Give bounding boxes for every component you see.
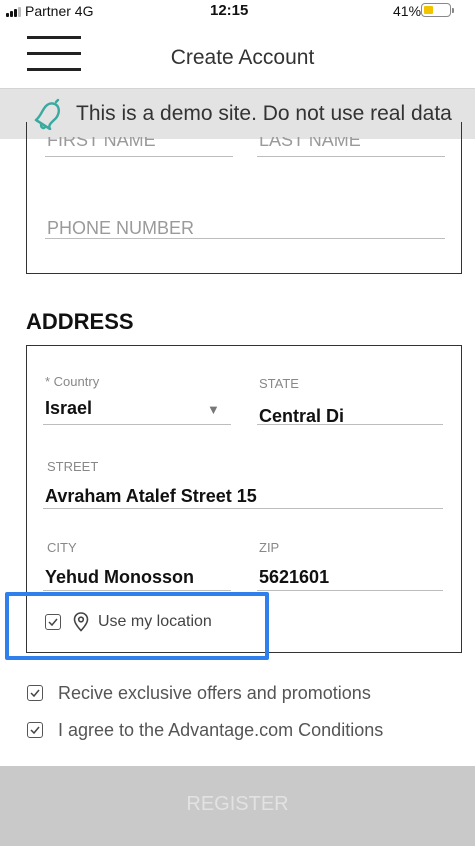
street-underline	[43, 508, 443, 509]
phone-number-label: PHONE NUMBER	[47, 218, 195, 238]
city-label: CITY	[47, 540, 77, 555]
city-underline	[43, 590, 231, 591]
app-header: Create Account	[0, 22, 475, 89]
state-label: STATE	[259, 376, 299, 391]
conditions-checkbox[interactable]	[27, 722, 43, 738]
street-input[interactable]: Avraham Atalef Street 15	[45, 486, 445, 507]
country-select[interactable]: Israel	[45, 398, 195, 419]
city-input[interactable]: Yehud Monosson	[45, 567, 235, 588]
last-name-input[interactable]	[257, 156, 445, 157]
country-label: * Country	[45, 374, 100, 389]
chevron-down-icon[interactable]: ▼	[207, 402, 220, 417]
zip-label: ZIP	[259, 540, 280, 555]
battery-percent: 41%	[393, 3, 422, 19]
page-title: Create Account	[170, 46, 315, 69]
offers-label[interactable]: Recive exclusive offers and promotions	[58, 683, 371, 704]
clock: 12:15	[210, 2, 249, 19]
phone-number-input[interactable]	[45, 238, 445, 239]
state-underline	[257, 424, 443, 425]
register-button[interactable]: REGISTER	[0, 766, 475, 846]
battery-icon	[421, 3, 451, 17]
signal-strength-icon	[6, 7, 22, 17]
conditions-label[interactable]: I agree to the Advantage.com Conditions	[58, 720, 383, 741]
carrier-label: Partner 4G	[25, 3, 94, 19]
zip-input[interactable]: 5621601	[259, 567, 439, 588]
status-bar: Partner 4G 12:15 41%	[0, 0, 475, 22]
first-name-input[interactable]	[45, 156, 233, 157]
zip-underline	[257, 590, 443, 591]
personal-details-box: FIRST NAME LAST NAME PHONE NUMBER	[26, 122, 462, 274]
country-underline	[43, 424, 231, 425]
first-name-label: FIRST NAME	[47, 130, 156, 150]
address-section-title: ADDRESS	[26, 309, 134, 334]
highlight-box	[5, 592, 269, 660]
street-label: STREET	[47, 459, 99, 474]
battery-level	[424, 6, 433, 14]
register-label: REGISTER	[186, 793, 289, 815]
offers-checkbox[interactable]	[27, 685, 43, 701]
battery-terminal	[452, 8, 454, 13]
last-name-label: LAST NAME	[259, 130, 361, 150]
